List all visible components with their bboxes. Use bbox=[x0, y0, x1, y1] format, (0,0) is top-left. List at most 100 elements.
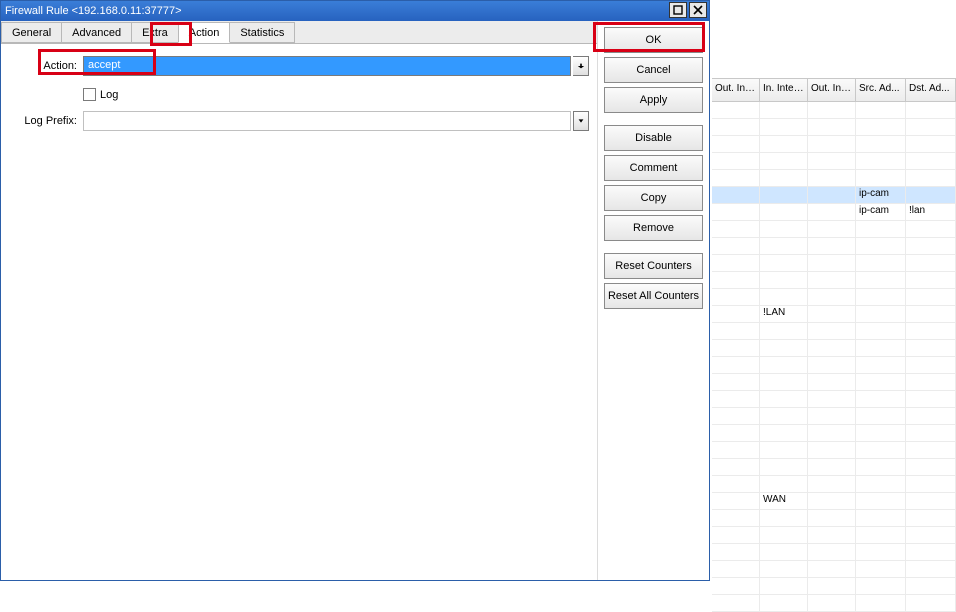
dialog-button-column: OK Cancel Apply Disable Comment Copy Rem… bbox=[597, 21, 709, 580]
table-row[interactable] bbox=[712, 510, 956, 527]
table-row[interactable] bbox=[712, 544, 956, 561]
action-select[interactable]: accept bbox=[83, 56, 571, 76]
cancel-button[interactable]: Cancel bbox=[604, 57, 703, 83]
grid-cell bbox=[808, 391, 856, 407]
grid-cell bbox=[856, 340, 906, 356]
grid-cell bbox=[856, 578, 906, 594]
grid-cell bbox=[856, 153, 906, 169]
grid-cell bbox=[808, 272, 856, 288]
grid-cell bbox=[906, 374, 956, 390]
grid-cell bbox=[760, 119, 808, 135]
table-row[interactable] bbox=[712, 136, 956, 153]
grid-cell bbox=[712, 476, 760, 492]
tab-general[interactable]: General bbox=[1, 22, 62, 43]
close-icon[interactable] bbox=[689, 2, 707, 18]
table-row[interactable] bbox=[712, 170, 956, 187]
tab-advanced[interactable]: Advanced bbox=[61, 22, 132, 43]
grid-cell bbox=[760, 510, 808, 526]
copy-button[interactable]: Copy bbox=[604, 185, 703, 211]
grid-cell bbox=[906, 578, 956, 594]
window-title: Firewall Rule <192.168.0.11:37777> bbox=[5, 5, 182, 17]
grid-cell bbox=[906, 323, 956, 339]
grid-header-cell[interactable]: Out. Int... bbox=[712, 79, 760, 101]
grid-cell bbox=[906, 527, 956, 543]
table-row[interactable] bbox=[712, 323, 956, 340]
grid-cell bbox=[856, 255, 906, 271]
tab-extra[interactable]: Extra bbox=[131, 22, 179, 43]
table-row[interactable] bbox=[712, 272, 956, 289]
comment-button[interactable]: Comment bbox=[604, 155, 703, 181]
action-dropdown-arrow-icon[interactable] bbox=[573, 56, 589, 76]
table-row[interactable] bbox=[712, 442, 956, 459]
grid-rows: ip-camip-cam!lan !LAN WAN bbox=[712, 102, 956, 612]
grid-cell bbox=[808, 459, 856, 475]
table-row[interactable] bbox=[712, 595, 956, 612]
grid-cell bbox=[808, 136, 856, 152]
table-row[interactable] bbox=[712, 119, 956, 136]
grid-cell bbox=[856, 272, 906, 288]
grid-cell bbox=[808, 306, 856, 322]
grid-cell bbox=[712, 561, 760, 577]
table-row[interactable] bbox=[712, 561, 956, 578]
table-row[interactable]: WAN bbox=[712, 493, 956, 510]
form-area: Action: accept Log Log Prefix: bbox=[1, 44, 597, 580]
grid-header-cell[interactable]: Dst. Ad... bbox=[906, 79, 956, 101]
grid-cell bbox=[856, 357, 906, 373]
grid-cell bbox=[712, 493, 760, 509]
grid-header-cell[interactable]: In. Inter... bbox=[760, 79, 808, 101]
table-row[interactable] bbox=[712, 459, 956, 476]
grid-cell bbox=[760, 391, 808, 407]
tab-action[interactable]: Action bbox=[178, 22, 231, 43]
table-row[interactable] bbox=[712, 289, 956, 306]
apply-button[interactable]: Apply bbox=[604, 87, 703, 113]
table-row[interactable] bbox=[712, 238, 956, 255]
grid-cell bbox=[808, 170, 856, 186]
grid-cell bbox=[906, 544, 956, 560]
table-row[interactable] bbox=[712, 255, 956, 272]
table-row[interactable] bbox=[712, 374, 956, 391]
grid-header-cell[interactable]: Out. Int... bbox=[808, 79, 856, 101]
grid-cell bbox=[856, 170, 906, 186]
grid-cell bbox=[906, 221, 956, 237]
table-row[interactable] bbox=[712, 425, 956, 442]
disable-button[interactable]: Disable bbox=[604, 125, 703, 151]
grid-cell bbox=[760, 238, 808, 254]
grid-cell bbox=[856, 544, 906, 560]
grid-cell bbox=[906, 272, 956, 288]
logprefix-input[interactable] bbox=[83, 111, 571, 131]
grid-cell bbox=[760, 476, 808, 492]
table-row[interactable] bbox=[712, 408, 956, 425]
table-row[interactable] bbox=[712, 357, 956, 374]
ok-button[interactable]: OK bbox=[604, 27, 703, 53]
grid-cell bbox=[760, 442, 808, 458]
table-row[interactable] bbox=[712, 153, 956, 170]
grid-cell bbox=[712, 255, 760, 271]
grid-cell bbox=[808, 255, 856, 271]
table-row[interactable] bbox=[712, 391, 956, 408]
tabstrip: General Advanced Extra Action Statistics bbox=[1, 21, 597, 44]
table-row[interactable]: !LAN bbox=[712, 306, 956, 323]
grid-cell bbox=[906, 595, 956, 611]
logprefix-dropdown-arrow-icon[interactable] bbox=[573, 111, 589, 131]
table-row[interactable] bbox=[712, 527, 956, 544]
tab-statistics[interactable]: Statistics bbox=[229, 22, 295, 43]
grid-cell bbox=[856, 119, 906, 135]
table-row[interactable] bbox=[712, 340, 956, 357]
log-checkbox[interactable] bbox=[83, 88, 96, 101]
table-row[interactable]: ip-cam!lan bbox=[712, 204, 956, 221]
remove-button[interactable]: Remove bbox=[604, 215, 703, 241]
table-row[interactable]: ip-cam bbox=[712, 187, 956, 204]
grid-header-cell[interactable]: Src. Ad... bbox=[856, 79, 906, 101]
grid-cell bbox=[906, 442, 956, 458]
maximize-icon[interactable] bbox=[669, 2, 687, 18]
reset-counters-button[interactable]: Reset Counters bbox=[604, 253, 703, 279]
grid-cell bbox=[760, 561, 808, 577]
grid-cell bbox=[808, 425, 856, 441]
table-row[interactable] bbox=[712, 221, 956, 238]
grid-cell bbox=[712, 527, 760, 543]
grid-cell bbox=[906, 459, 956, 475]
table-row[interactable] bbox=[712, 476, 956, 493]
grid-cell bbox=[856, 374, 906, 390]
reset-all-counters-button[interactable]: Reset All Counters bbox=[604, 283, 703, 309]
table-row[interactable] bbox=[712, 102, 956, 119]
